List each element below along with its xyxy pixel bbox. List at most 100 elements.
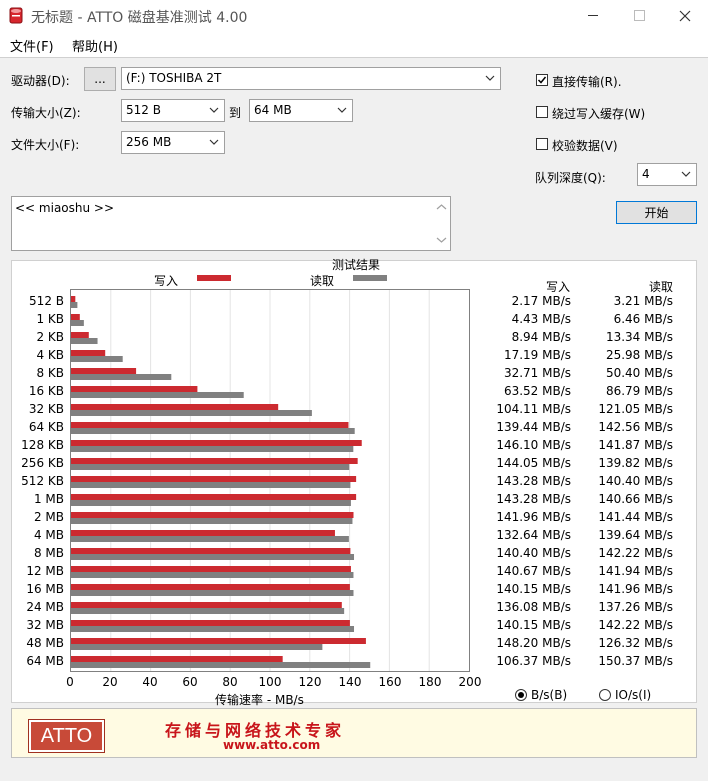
description-scrollbar[interactable] [433, 197, 450, 250]
unit-io-radio[interactable] [599, 689, 611, 701]
title-bar[interactable]: 无标题 - ATTO 磁盘基准测试 4.00 [0, 0, 708, 31]
menu-help[interactable]: 帮助(H) [72, 36, 118, 55]
results-panel-title: 测试结果 [332, 258, 381, 272]
row-size-label: 16 KB [28, 384, 64, 398]
read-value: 137.26 MB/s [598, 600, 673, 614]
write-value: 17.19 MB/s [503, 348, 571, 362]
row-size-label: 64 MB [26, 654, 64, 668]
to-label: 到 [229, 106, 242, 120]
maximize-button[interactable] [616, 0, 662, 31]
maximize-icon [633, 10, 645, 21]
legend-write-label: 写入 [154, 274, 179, 288]
browse-button[interactable]: ... [84, 67, 116, 91]
legend-read-swatch [353, 275, 387, 281]
read-bar [71, 482, 351, 488]
chevron-down-icon [337, 107, 347, 113]
atto-app-icon [9, 7, 23, 24]
write-value: 106.37 MB/s [496, 654, 571, 668]
read-value: 86.79 MB/s [605, 384, 673, 398]
write-value: 143.28 MB/s [496, 474, 571, 488]
read-value: 141.44 MB/s [598, 510, 673, 524]
read-bar [71, 338, 98, 344]
row-size-label: 48 MB [26, 636, 64, 650]
chevron-down-icon [485, 75, 495, 81]
legend-write-swatch [197, 275, 231, 281]
write-value: 140.67 MB/s [496, 564, 571, 578]
drive-select[interactable]: (F:) TOSHIBA 2T [121, 67, 501, 90]
results-chart [70, 289, 470, 672]
read-value: 139.64 MB/s [598, 528, 673, 542]
read-bar [71, 446, 354, 452]
row-size-label: 2 MB [33, 510, 64, 524]
x-tick-label: 0 [66, 675, 74, 689]
write-value: 63.52 MB/s [503, 384, 571, 398]
x-tick-label: 80 [222, 675, 238, 689]
write-bar [71, 368, 137, 374]
write-bar [71, 404, 279, 410]
read-bar [71, 536, 349, 542]
write-value: 148.20 MB/s [496, 636, 571, 650]
write-value: 140.40 MB/s [496, 546, 571, 560]
menu-file[interactable]: 文件(F) [10, 36, 54, 55]
drive-label: 驱动器(D): [11, 74, 70, 88]
read-value: 6.46 MB/s [613, 312, 673, 326]
file-size-value: 256 MB [126, 135, 172, 149]
row-size-label: 8 KB [36, 366, 64, 380]
row-size-label: 24 MB [26, 600, 64, 614]
banner-url[interactable]: www.atto.com [223, 738, 320, 752]
write-bar [71, 656, 283, 662]
atto-banner[interactable]: ATTO 存储与网络技术专家 www.atto.com [11, 708, 697, 758]
close-button[interactable] [662, 0, 708, 31]
atto-logo: ATTO [28, 719, 105, 753]
read-bar [71, 518, 353, 524]
file-size-select[interactable]: 256 MB [121, 131, 225, 154]
row-size-label: 2 KB [36, 330, 64, 344]
row-size-label: 1 KB [36, 312, 64, 326]
row-size-label: 8 MB [33, 546, 64, 560]
queue-depth-select[interactable]: 4 [637, 163, 697, 186]
verify-data-label[interactable]: 校验数据(V) [552, 137, 618, 154]
write-bar [71, 584, 350, 590]
read-bar [71, 626, 355, 632]
unit-bytes-radio[interactable] [515, 689, 527, 701]
chevron-down-icon [209, 107, 219, 113]
read-bar [71, 320, 84, 326]
x-tick-label: 200 [458, 675, 482, 689]
x-tick-label: 160 [378, 675, 402, 689]
row-size-label: 4 MB [33, 528, 64, 542]
transfer-from-value: 512 B [126, 103, 161, 117]
direct-io-checkbox[interactable] [536, 74, 548, 86]
start-button[interactable]: 开始 [616, 201, 697, 224]
unit-io-label[interactable]: IO/s(I) [615, 688, 651, 702]
read-value: 121.05 MB/s [598, 402, 673, 416]
write-value: 32.71 MB/s [503, 366, 571, 380]
bypass-cache-label[interactable]: 绕过写入缓存(W) [552, 105, 645, 122]
chevron-down-icon [681, 171, 691, 177]
x-axis-label: 传输速率 - MB/s [215, 693, 304, 707]
description-textarea[interactable]: << miaoshu >> [11, 196, 451, 251]
row-size-label: 512 B [29, 294, 64, 308]
write-bar [71, 350, 106, 356]
read-value: 140.40 MB/s [598, 474, 673, 488]
scroll-down-icon [436, 237, 447, 243]
write-bar [71, 602, 342, 608]
row-size-label: 128 KB [21, 438, 64, 452]
read-value: 141.87 MB/s [598, 438, 673, 452]
transfer-to-select[interactable]: 64 MB [249, 99, 353, 122]
minimize-button[interactable] [570, 0, 616, 31]
write-value: 141.96 MB/s [496, 510, 571, 524]
menu-bar: 文件(F) 帮助(H) [0, 31, 708, 58]
verify-data-checkbox[interactable] [536, 138, 548, 150]
chevron-down-icon [209, 139, 219, 145]
window-title: 无标题 - ATTO 磁盘基准测试 4.00 [31, 10, 248, 26]
description-text: << miaoshu >> [15, 201, 115, 215]
x-tick-label: 180 [418, 675, 442, 689]
row-size-label: 16 MB [26, 582, 64, 596]
bypass-cache-checkbox[interactable] [536, 106, 548, 118]
results-chart-svg [71, 290, 430, 671]
unit-bytes-label[interactable]: B/s(B) [531, 688, 567, 702]
write-value: 140.15 MB/s [496, 618, 571, 632]
transfer-from-select[interactable]: 512 B [121, 99, 225, 122]
direct-io-label[interactable]: 直接传输(R). [552, 73, 622, 90]
write-value: 8.94 MB/s [511, 330, 571, 344]
